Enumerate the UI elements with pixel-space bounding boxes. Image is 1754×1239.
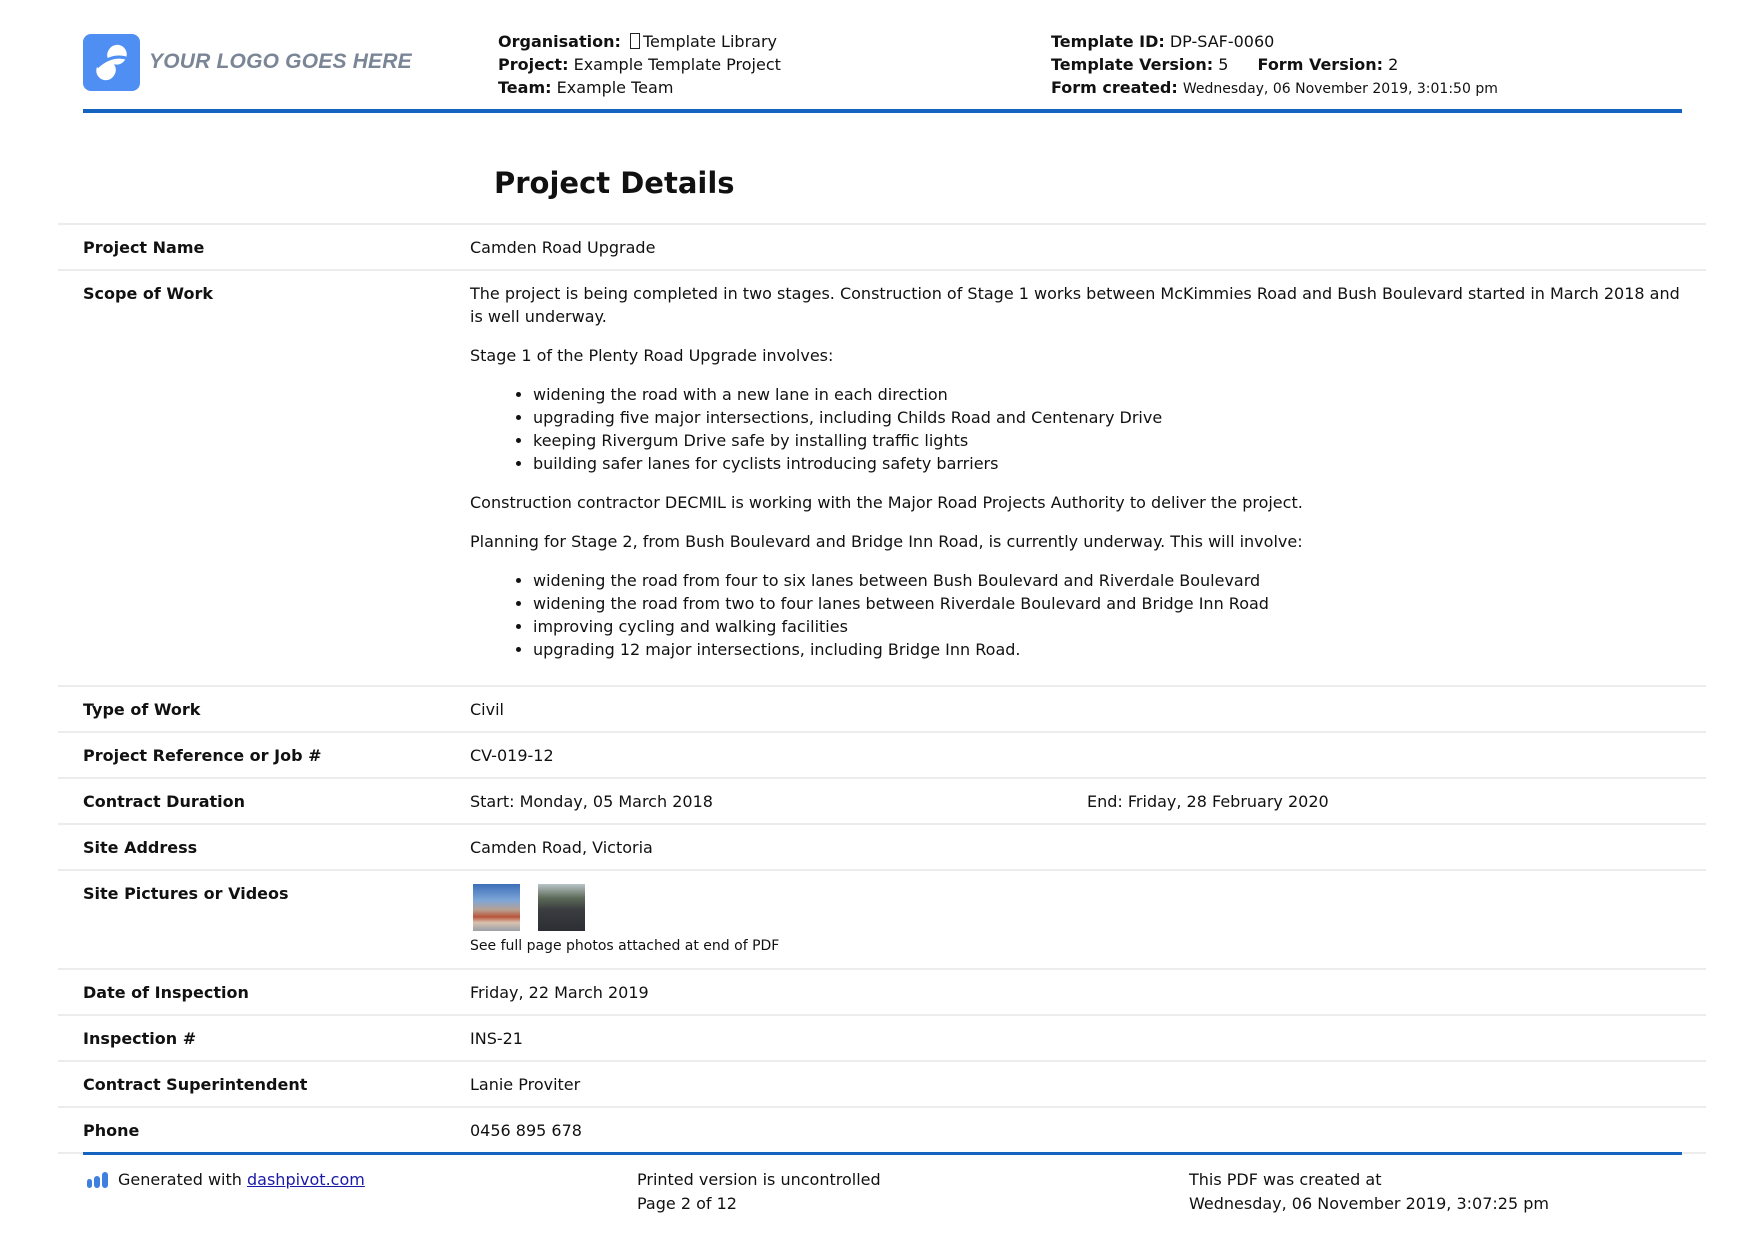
- site-photo-thumbnail[interactable]: [538, 884, 585, 931]
- field-value: Civil: [470, 700, 504, 719]
- field-value: CV-019-12: [470, 746, 554, 765]
- scope-paragraph: Construction contractor DECMIL is workin…: [470, 493, 1303, 512]
- template-version-label: Template Version:: [1051, 55, 1214, 74]
- list-item: widening the road from four to six lanes…: [533, 569, 1686, 592]
- project-details-table: Project Name Camden Road Upgrade Scope o…: [58, 223, 1706, 1154]
- footer-center: Printed version is uncontrolled Page 2 o…: [637, 1168, 881, 1216]
- list-item: building safer lanes for cyclists introd…: [533, 452, 1686, 475]
- start-date: Start: Monday, 05 March 2018: [470, 792, 713, 811]
- template-id-line: Template ID: DP-SAF-0060: [1051, 30, 1498, 53]
- form-created-line: Form created: Wednesday, 06 November 201…: [1051, 76, 1498, 101]
- generated-prefix: Generated with: [118, 1170, 247, 1189]
- field-label: Contract Superintendent: [83, 1075, 308, 1094]
- row-inspection-number: Inspection # INS-21: [58, 1014, 1706, 1060]
- list-item: widening the road from two to four lanes…: [533, 592, 1686, 615]
- field-label: Site Pictures or Videos: [83, 884, 289, 903]
- list-item: widening the road with a new lane in eac…: [533, 383, 1686, 406]
- organisation-value: Template Library: [642, 32, 777, 51]
- header-meta-project: Organisation: Template Library Project: …: [498, 30, 781, 99]
- footer-right: This PDF was created at Wednesday, 06 No…: [1189, 1168, 1549, 1216]
- field-label: Scope of Work: [83, 284, 213, 303]
- list-item: improving cycling and walking facilities: [533, 615, 1686, 638]
- page-number: Page 2 of 12: [637, 1194, 737, 1213]
- form-version-label: Form Version:: [1257, 55, 1383, 74]
- footer-divider: [83, 1152, 1682, 1155]
- scope-paragraph: Stage 1 of the Plenty Road Upgrade invol…: [470, 346, 834, 365]
- photo-gallery: [470, 884, 1686, 931]
- field-label: Contract Duration: [83, 792, 246, 811]
- row-site-address: Site Address Camden Road, Victoria: [58, 823, 1706, 869]
- team-line: Team: Example Team: [498, 76, 781, 99]
- site-photo-thumbnail[interactable]: [473, 884, 520, 931]
- scope-paragraph: The project is being completed in two st…: [470, 284, 1680, 326]
- photo-note: See full page photos attached at end of …: [470, 938, 780, 954]
- scope-paragraph: Planning for Stage 2, from Bush Boulevar…: [470, 532, 1303, 551]
- form-created-label: Form created:: [1051, 78, 1178, 97]
- page-title: Project Details: [494, 166, 735, 200]
- header-meta-template: Template ID: DP-SAF-0060 Template Versio…: [1051, 30, 1498, 101]
- generated-with: Generated with dashpivot.com: [86, 1168, 365, 1192]
- project-value: Example Template Project: [573, 55, 781, 74]
- uncontrolled-notice: Printed version is uncontrolled: [637, 1170, 881, 1189]
- template-version-value: 5: [1218, 55, 1229, 74]
- missing-glyph-icon: [629, 33, 640, 49]
- row-project-reference: Project Reference or Job # CV-019-12: [58, 731, 1706, 777]
- end-date: End: Friday, 28 February 2020: [1087, 792, 1329, 811]
- row-phone: Phone 0456 895 678: [58, 1106, 1706, 1154]
- project-label: Project:: [498, 55, 569, 74]
- row-site-pictures: Site Pictures or Videos See full page ph…: [58, 869, 1706, 968]
- stage1-list: widening the road with a new lane in eac…: [470, 383, 1686, 475]
- duration-values: Start: Monday, 05 March 2018 End: Friday…: [470, 790, 1706, 813]
- pdf-created-value: Wednesday, 06 November 2019, 3:07:25 pm: [1189, 1194, 1549, 1213]
- field-label: Project Reference or Job #: [83, 746, 322, 765]
- list-item: upgrading five major intersections, incl…: [533, 406, 1686, 429]
- field-label: Inspection #: [83, 1029, 197, 1048]
- list-item: keeping Rivergum Drive safe by installin…: [533, 429, 1686, 452]
- row-scope-of-work: Scope of Work The project is being compl…: [58, 269, 1706, 685]
- list-item: upgrading 12 major intersections, includ…: [533, 638, 1686, 661]
- logo-text: YOUR LOGO GOES HERE: [149, 50, 412, 73]
- stage2-list: widening the road from four to six lanes…: [470, 569, 1686, 661]
- field-label: Type of Work: [83, 700, 201, 719]
- dashpivot-link[interactable]: dashpivot.com: [247, 1168, 365, 1192]
- field-value: Lanie Proviter: [470, 1075, 581, 1094]
- project-line: Project: Example Template Project: [498, 53, 781, 76]
- dashpivot-bars-icon: [87, 1172, 108, 1188]
- team-value: Example Team: [556, 78, 674, 97]
- pdf-created-label: This PDF was created at: [1189, 1170, 1382, 1189]
- field-label: Phone: [83, 1121, 140, 1140]
- field-value: INS-21: [470, 1029, 523, 1048]
- site-pictures-content: See full page photos attached at end of …: [470, 882, 1706, 958]
- form-version-value: 2: [1388, 55, 1399, 74]
- template-id-value: DP-SAF-0060: [1169, 32, 1275, 51]
- row-type-of-work: Type of Work Civil: [58, 685, 1706, 731]
- form-created-value: Wednesday, 06 November 2019, 3:01:50 pm: [1182, 81, 1498, 97]
- row-contract-duration: Contract Duration Start: Monday, 05 Marc…: [58, 777, 1706, 823]
- field-value: Camden Road, Victoria: [470, 838, 653, 857]
- row-project-name: Project Name Camden Road Upgrade: [58, 223, 1706, 269]
- header-divider: [83, 109, 1682, 113]
- logo-icon: [83, 34, 140, 91]
- field-value: Friday, 22 March 2019: [470, 983, 649, 1002]
- row-date-of-inspection: Date of Inspection Friday, 22 March 2019: [58, 968, 1706, 1014]
- team-label: Team:: [498, 78, 552, 97]
- field-label: Site Address: [83, 838, 198, 857]
- field-value: 0456 895 678: [470, 1121, 582, 1140]
- field-label: Project Name: [83, 238, 205, 257]
- field-label: Date of Inspection: [83, 983, 249, 1002]
- organisation-label: Organisation:: [498, 32, 621, 51]
- template-id-label: Template ID:: [1051, 32, 1165, 51]
- organisation-line: Organisation: Template Library: [498, 30, 781, 53]
- version-line: Template Version: 5 Form Version: 2: [1051, 53, 1498, 76]
- scope-of-work-content: The project is being completed in two st…: [470, 282, 1706, 675]
- field-value: Camden Road Upgrade: [470, 238, 656, 257]
- row-contract-superintendent: Contract Superintendent Lanie Proviter: [58, 1060, 1706, 1106]
